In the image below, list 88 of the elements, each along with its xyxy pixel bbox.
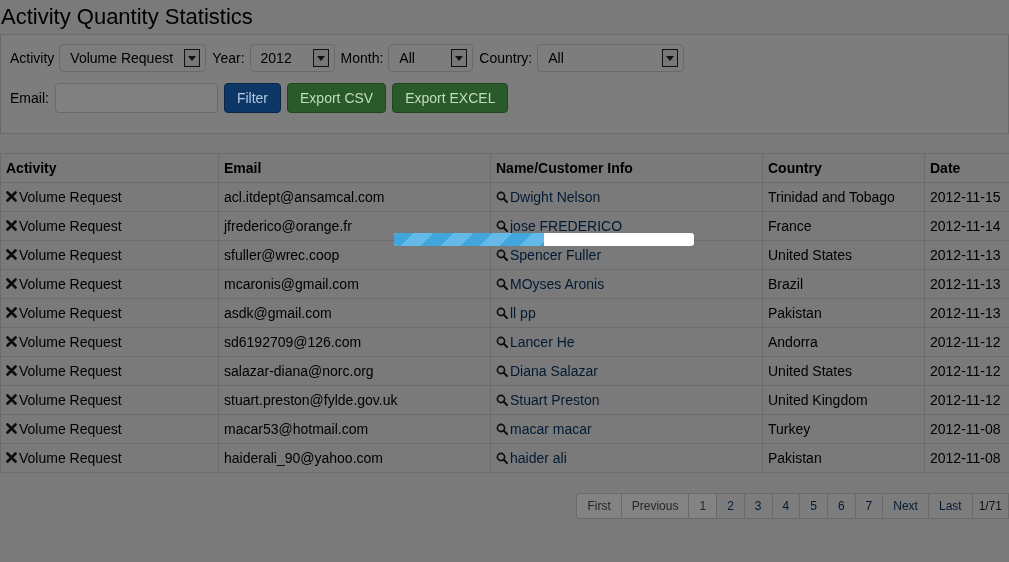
activity-text: Volume Request <box>19 333 122 350</box>
page-link[interactable]: 6 <box>827 493 856 519</box>
table-cell: mcaronis@gmail.com <box>218 269 491 299</box>
table-cell: United States <box>762 356 925 386</box>
search-icon <box>496 306 508 319</box>
activity-text: Volume Request <box>19 217 122 234</box>
table-cell: Pakistan <box>762 298 925 328</box>
table-cell: asdk@gmail.com <box>218 298 491 328</box>
caret-icon <box>184 49 201 67</box>
filter-button[interactable]: Filter <box>223 83 282 113</box>
table-cell: sd6192709@126.com <box>218 327 491 357</box>
activity-text: Volume Request <box>19 246 122 263</box>
cross-icon <box>6 220 17 232</box>
table-cell: stuart.preston@fylde.gov.uk <box>218 385 491 415</box>
search-icon <box>496 364 508 377</box>
filter-label: Country: <box>479 50 533 66</box>
caret-icon <box>312 49 329 67</box>
column-header[interactable]: Date <box>924 153 1009 183</box>
cross-icon <box>6 365 17 377</box>
select-field[interactable]: Volume Request <box>59 44 207 72</box>
caret-icon <box>451 49 468 67</box>
select-field[interactable]: 2012 <box>249 44 335 72</box>
search-icon <box>496 451 508 464</box>
search-icon <box>496 190 508 203</box>
caret-icon <box>662 49 679 67</box>
page-link[interactable]: Next <box>883 493 929 519</box>
column-header[interactable]: Activity <box>0 153 219 183</box>
select-field[interactable]: All <box>537 44 685 72</box>
table-cell: Turkey <box>762 414 925 444</box>
customer-link[interactable]: haider ali <box>510 449 567 466</box>
page-link[interactable]: 7 <box>855 493 884 519</box>
table-cell: Pakistan <box>762 443 925 473</box>
cross-icon <box>6 423 17 435</box>
activity-text: Volume Request <box>19 304 122 321</box>
customer-link[interactable]: Diana Salazar <box>510 362 598 379</box>
table-cell: acl.itdept@ansamcal.com <box>218 182 491 212</box>
cross-icon <box>6 307 17 319</box>
customer-link[interactable]: MOyses Aronis <box>510 275 605 292</box>
page-link[interactable]: 5 <box>800 493 828 519</box>
customer-link[interactable]: Stuart Preston <box>510 391 600 408</box>
customer-link[interactable]: macar macar <box>510 420 592 437</box>
column-header[interactable]: Country <box>762 153 925 183</box>
table-cell: Brazil <box>762 269 925 299</box>
table-cell: United States <box>762 240 925 270</box>
filter-label: Activity <box>10 50 55 66</box>
table-cell: United Kingdom <box>762 385 925 415</box>
customer-link[interactable]: Dwight Nelson <box>510 188 601 205</box>
page-title: Activity Quantity Statistics <box>0 3 254 31</box>
search-icon <box>496 335 508 348</box>
customer-link[interactable]: Spencer Fuller <box>510 246 602 263</box>
table-cell: Trinidad and Tobago <box>762 182 925 212</box>
select-field[interactable]: All <box>388 44 474 72</box>
activity-text: Volume Request <box>19 362 122 379</box>
table-cell: Andorra <box>762 327 925 357</box>
table-cell: France <box>762 211 925 241</box>
activity-text: Volume Request <box>19 420 122 437</box>
column-header[interactable]: Email <box>218 153 491 183</box>
cross-icon <box>6 394 17 406</box>
search-icon <box>496 393 508 406</box>
email-label: Email: <box>10 90 49 106</box>
column-header[interactable]: Name/Customer Info <box>490 153 763 183</box>
table-cell: haiderali_90@yahoo.com <box>218 443 491 473</box>
page-link[interactable]: 3 <box>744 493 773 519</box>
filter-label: Month: <box>340 50 384 66</box>
search-icon <box>496 422 508 435</box>
cross-icon <box>6 452 17 464</box>
activity-text: Volume Request <box>19 188 122 205</box>
cross-icon <box>6 191 17 203</box>
activity-text: Volume Request <box>19 449 122 466</box>
filter-label: Year: <box>212 50 245 66</box>
search-icon <box>496 277 508 290</box>
cross-icon <box>6 336 17 348</box>
page-count: 1/71 <box>972 493 1009 519</box>
table-cell: macar53@hotmail.com <box>218 414 491 444</box>
page-link[interactable]: Last <box>928 493 973 519</box>
activity-text: Volume Request <box>19 391 122 408</box>
activity-text: Volume Request <box>19 275 122 292</box>
export-button[interactable]: Export EXCEL <box>392 83 509 113</box>
page-link[interactable]: 4 <box>772 493 801 519</box>
page-link[interactable]: 2 <box>717 493 745 519</box>
search-icon <box>496 248 508 261</box>
customer-link[interactable]: Lancer He <box>510 333 575 350</box>
search-icon <box>496 219 508 232</box>
table-cell: salazar-diana@norc.org <box>218 356 491 386</box>
export-button[interactable]: Export CSV <box>287 83 387 113</box>
customer-link[interactable]: ll pp <box>510 304 536 321</box>
cross-icon <box>6 278 17 290</box>
cross-icon <box>6 249 17 261</box>
